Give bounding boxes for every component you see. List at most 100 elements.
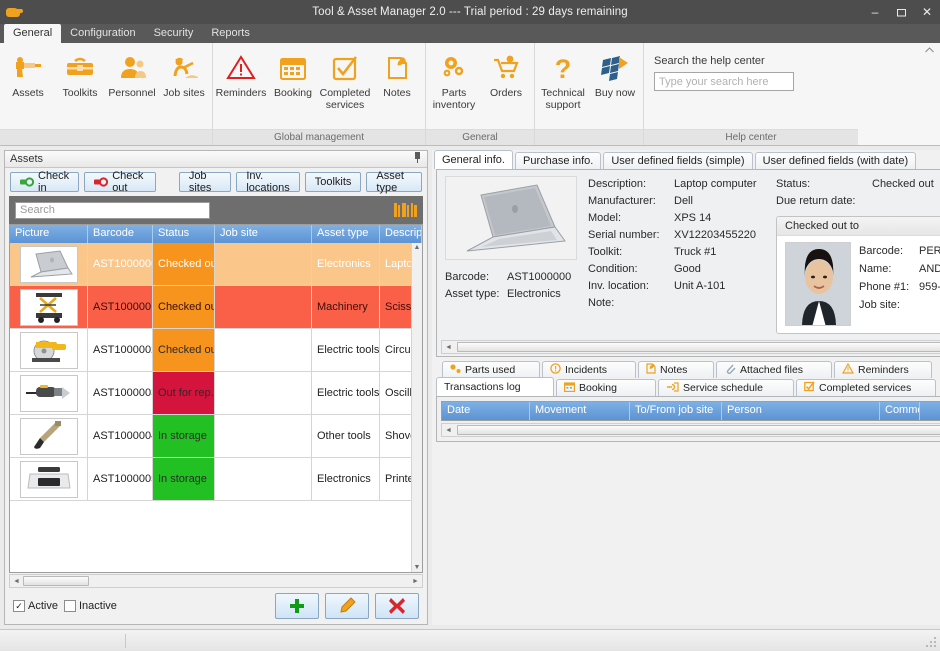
cell-picture [10, 286, 88, 328]
log-column-job-site[interactable]: To/From job site [630, 402, 722, 420]
cell-barcode: AST1000003 [88, 372, 153, 414]
log-column-person[interactable]: Person [722, 402, 880, 420]
detail-hscroll-thumb[interactable] [457, 342, 940, 352]
column-header-description[interactable]: Descript [380, 225, 422, 243]
ribbon-tab-configuration[interactable]: Configuration [61, 24, 144, 43]
cell-barcode: AST1000005 [88, 458, 153, 500]
toolkits-button[interactable]: Toolkits [305, 172, 362, 192]
tab-notes[interactable]: Notes [638, 361, 714, 378]
transactions-log-pane: Date Movement To/From job site Person Co… [436, 396, 940, 442]
tab-user-defined-with-date[interactable]: User defined fields (with date) [755, 152, 917, 169]
detail-horizontal-scrollbar[interactable]: ◄ ► [441, 340, 940, 354]
detail-scroll-left-icon[interactable]: ◄ [442, 344, 455, 351]
log-horizontal-scrollbar[interactable]: ◄ ► [441, 423, 940, 437]
ribbon-tab-reports[interactable]: Reports [202, 24, 259, 43]
column-header-picture[interactable]: Picture [10, 225, 88, 243]
table-row[interactable]: AST1000002 Checked out Electric tools Ci… [10, 329, 422, 372]
close-button[interactable]: ✕ [914, 0, 940, 24]
cell-barcode: AST1000001 [88, 286, 153, 328]
ribbon-button-buy-now[interactable]: Buy now [589, 47, 641, 100]
log-hscroll-thumb[interactable] [457, 425, 940, 435]
log-scroll-left-icon[interactable]: ◄ [442, 427, 455, 434]
ribbon-collapse-icon[interactable] [925, 45, 934, 55]
ribbon-button-toolkits[interactable]: Toolkits [54, 47, 106, 100]
transactions-log-grid: Date Movement To/From job site Person Co… [441, 401, 940, 421]
table-row[interactable]: AST1000004 In storage Other tools Shovel [10, 415, 422, 458]
asset-type-button[interactable]: Asset type [366, 172, 422, 192]
assets-grid-vertical-scrollbar[interactable]: ▲ ▼ [411, 243, 422, 572]
tab-reminders[interactable]: Reminders [834, 361, 932, 378]
ribbon-button-assets[interactable]: Assets [2, 47, 54, 100]
log-column-comment[interactable]: Comme [880, 402, 920, 420]
ribbon-tab-general[interactable]: General [4, 24, 61, 43]
scroll-right-icon[interactable]: ► [409, 578, 422, 585]
tab-purchase-info[interactable]: Purchase info. [515, 152, 601, 169]
cell-asset-type: Electric tools [312, 372, 380, 414]
add-asset-button[interactable] [275, 593, 319, 619]
tab-user-defined-simple[interactable]: User defined fields (simple) [603, 152, 752, 169]
log-column-date[interactable]: Date [442, 402, 530, 420]
cell-job-site [215, 372, 312, 414]
tab-booking-label: Booking [579, 382, 617, 394]
resize-grip[interactable] [924, 635, 938, 649]
ribbon-tab-security[interactable]: Security [145, 24, 203, 43]
field-status-label: Status: [776, 176, 872, 193]
tab-booking[interactable]: Booking [556, 379, 656, 396]
tab-attached-files[interactable]: Attached files [716, 361, 832, 378]
table-row[interactable]: AST1000001 Checked out Machinery Scissor… [10, 286, 422, 329]
search-input[interactable] [15, 202, 210, 219]
person-field-name: Name: ANDERS [859, 260, 940, 278]
tab-service-schedule[interactable]: Service schedule [658, 379, 794, 396]
column-header-asset-type[interactable]: Asset type [312, 225, 380, 243]
ribbon-button-booking[interactable]: Booking [267, 47, 319, 100]
inactive-checkbox[interactable] [64, 600, 76, 612]
column-header-job-site[interactable]: Job site [215, 225, 312, 243]
log-column-movement[interactable]: Movement [530, 402, 630, 420]
ribbon-button-completed-services[interactable]: Completed services [319, 47, 371, 111]
tab-completed-services[interactable]: Completed services [796, 379, 936, 396]
ribbon-button-reminders[interactable]: Reminders [215, 47, 267, 100]
ribbon-button-parts-inventory[interactable]: Parts inventory [428, 47, 480, 111]
help-search-input[interactable] [654, 72, 794, 91]
delete-asset-button[interactable] [375, 593, 419, 619]
ribbon-button-job-sites[interactable]: Job sites [158, 47, 210, 100]
cell-status: Checked out [153, 329, 215, 371]
table-row[interactable]: AST1000003 Out for rep... Electric tools… [10, 372, 422, 415]
check-out-button[interactable]: Check out [84, 172, 156, 192]
ribbon-button-notes[interactable]: Notes [371, 47, 423, 100]
tab-incidents[interactable]: Incidents [542, 361, 636, 378]
tab-parts-used[interactable]: Parts used [442, 361, 540, 378]
tab-transactions-log[interactable]: Transactions log [436, 377, 554, 396]
scroll-up-icon[interactable]: ▲ [414, 243, 421, 252]
tab-reminders-label: Reminders [858, 364, 909, 376]
edit-asset-button[interactable] [325, 593, 369, 619]
maximize-button[interactable] [888, 0, 914, 24]
table-row[interactable]: AST1000000 Checked out Electronics Lapto… [10, 243, 422, 286]
note-icon [382, 51, 412, 85]
column-header-status[interactable]: Status [153, 225, 215, 243]
ribbon-button-personnel[interactable]: Personnel [106, 47, 158, 100]
filter-inactive[interactable]: Inactive [64, 600, 117, 612]
pin-icon[interactable] [413, 152, 422, 166]
active-checkbox[interactable]: ✓ [13, 600, 25, 612]
barcode-icon[interactable] [394, 203, 418, 217]
ribbon-button-technical-support[interactable]: ? Technical support [537, 47, 589, 111]
minimize-button[interactable]: – [862, 0, 888, 24]
table-row[interactable]: AST1000005 In storage Electronics Printe… [10, 458, 422, 501]
scroll-down-icon[interactable]: ▼ [414, 563, 421, 572]
column-header-barcode[interactable]: Barcode [88, 225, 153, 243]
filter-active[interactable]: ✓ Active [13, 600, 58, 612]
ribbon-button-orders[interactable]: Orders [480, 47, 532, 100]
inv-locations-button[interactable]: Inv. locations [236, 172, 299, 192]
job-sites-button[interactable]: Job sites [179, 172, 232, 192]
scroll-left-icon[interactable]: ◄ [10, 578, 23, 585]
hscroll-thumb[interactable] [23, 576, 89, 586]
help-center-title: Search the help center [654, 55, 794, 67]
assets-grid-horizontal-scrollbar[interactable]: ◄ ► [9, 574, 423, 588]
cell-barcode: AST1000004 [88, 415, 153, 457]
check-in-button[interactable]: Check in [10, 172, 79, 192]
ribbon-group-help-center: Search the help center Help center [643, 43, 858, 145]
ribbon-group-global-management: Reminders Boo [212, 43, 425, 145]
tab-general-info[interactable]: General info. [434, 150, 513, 169]
field-toolkit: Toolkit: Truck #1 [588, 244, 768, 261]
